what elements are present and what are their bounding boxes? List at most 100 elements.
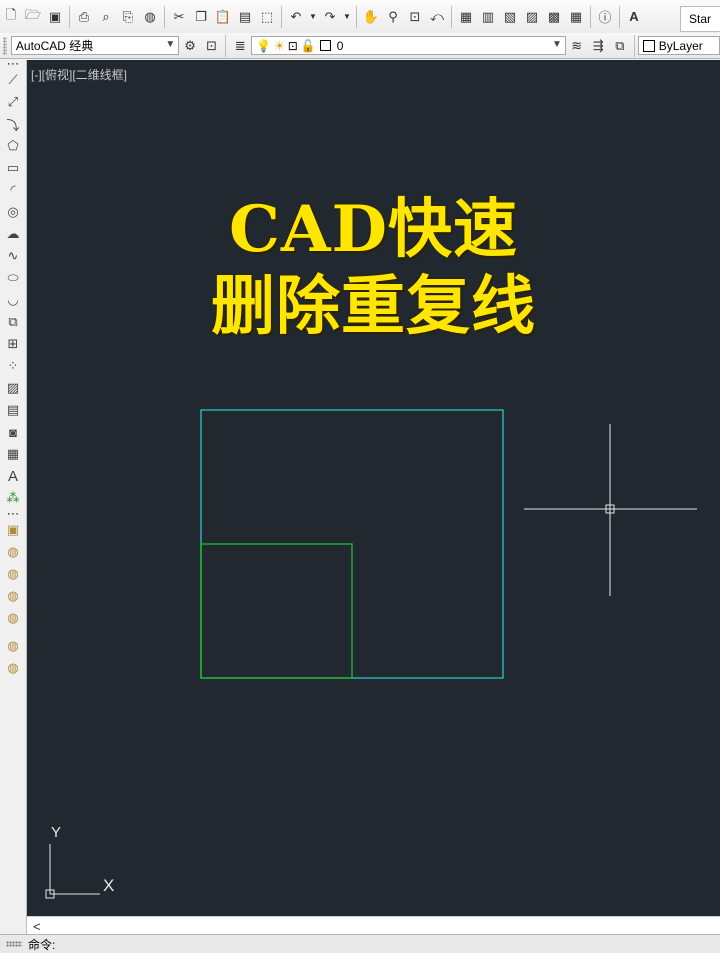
toolbar-separator — [69, 5, 70, 28]
spline-icon[interactable]: ∿ — [3, 246, 23, 266]
toolbar-grip[interactable]: ⋯ — [3, 506, 23, 521]
toolbar-separator — [633, 34, 635, 57]
construction-line-icon[interactable]: ⤢ — [3, 92, 23, 112]
line-icon[interactable]: ⟋ — [3, 70, 23, 90]
toolbar-separator — [225, 34, 227, 57]
table-icon[interactable]: ▦ — [3, 444, 23, 464]
toolbar-grip[interactable] — [3, 36, 7, 55]
zoom-window-icon[interactable]: ⊡ — [405, 7, 425, 27]
workspace-toolbar: AutoCAD 经典 ▼ ⚙ ⊡ ≣ 💡 ☀ ⊡ 🔓 0 ▼ ≋ ⇶ ⧉ ByL… — [0, 33, 720, 59]
plot-preview-icon[interactable]: ⌕ — [96, 7, 116, 27]
layer-select-value: 0 — [336, 38, 344, 53]
box-icon[interactable]: ▣ — [3, 520, 23, 540]
publish-icon[interactable]: ⎘ — [118, 7, 138, 27]
paste-icon[interactable]: 📋 — [213, 7, 233, 27]
toolbar-separator — [590, 5, 591, 28]
pan-icon[interactable]: ✋ — [361, 7, 381, 27]
redo-icon[interactable]: ↷ — [320, 7, 340, 27]
gradient-icon[interactable]: ▤ — [3, 400, 23, 420]
horizontal-scrollbar[interactable]: < — [27, 916, 720, 935]
redo-dropdown-icon[interactable]: ▼ — [342, 7, 352, 27]
design-center-icon[interactable]: ▥ — [478, 7, 498, 27]
undo-dropdown-icon[interactable]: ▼ — [308, 7, 318, 27]
layer-properties-icon[interactable]: ≣ — [230, 36, 250, 56]
region-icon[interactable]: ◙ — [3, 422, 23, 442]
cut-icon[interactable]: ✂ — [169, 7, 189, 27]
ucs-y-label: Y — [51, 824, 62, 841]
hatch-icon[interactable]: ▨ — [3, 378, 23, 398]
sphere-add-icon[interactable]: ◍ — [3, 564, 23, 584]
sun-icon: ☀ — [273, 38, 285, 53]
copy-icon[interactable]: ❐ — [191, 7, 211, 27]
color-swatch — [642, 39, 655, 52]
crosshair-cursor — [524, 424, 697, 596]
block-editor-icon[interactable]: ⬚ — [257, 7, 277, 27]
plot-icon[interactable]: ⎙ — [74, 7, 94, 27]
chevron-down-icon: ▼ — [552, 39, 562, 50]
zoom-realtime-icon[interactable]: ⚲ — [383, 7, 403, 27]
layer-color-swatch — [319, 40, 331, 51]
drawing-svg — [45, 409, 697, 899]
arc-icon[interactable]: ◜ — [3, 180, 23, 200]
undo-icon[interactable]: ↶ — [286, 7, 306, 27]
layer-previous-icon[interactable]: ⇶ — [589, 36, 609, 56]
3d-dwf-icon[interactable]: ◍ — [140, 7, 160, 27]
markup-icon[interactable]: ▩ — [544, 7, 564, 27]
workspace-settings-icon[interactable]: ⚙ — [180, 36, 200, 56]
standard-toolbar: 🗋 🗁 ▣ ⎙ ⌕ ⎘ ◍ ✂ ❐ 📋 ▤ ⬚ ↶ ▼ ↷ ▼ ✋ ⚲ ⊡ ⤺ … — [0, 0, 720, 34]
open-icon[interactable]: 🗁 — [23, 7, 43, 27]
inner-square[interactable] — [200, 543, 353, 679]
make-block-icon[interactable]: ⊞ — [3, 334, 23, 354]
toolbar-separator — [164, 5, 165, 28]
save-icon[interactable]: ▣ — [45, 7, 65, 27]
toolbar-separator — [281, 5, 282, 28]
chevron-down-icon: ▼ — [165, 39, 176, 50]
freeze-vp-icon: ⊡ — [287, 38, 298, 53]
properties-icon[interactable]: ▦ — [456, 7, 476, 27]
new-icon[interactable]: 🗋 — [1, 7, 21, 27]
slice-icon[interactable]: ◍ — [3, 608, 23, 628]
section-icon[interactable]: ◍ — [3, 636, 23, 656]
command-grip[interactable] — [6, 941, 22, 947]
toolbar-grip[interactable]: ⋯ — [3, 56, 23, 71]
multiline-text-icon[interactable]: A — [3, 466, 23, 486]
help-icon[interactable]: ⓘ — [595, 7, 615, 27]
toolbar-separator — [356, 5, 357, 28]
color-select-value: ByLayer — [658, 38, 703, 53]
delete-solid-icon[interactable]: ◍ — [3, 658, 23, 678]
scroll-left-arrow[interactable]: < — [33, 919, 41, 934]
quickcalc-icon[interactable]: ▦ — [566, 7, 586, 27]
workspace-save-icon[interactable]: ⊡ — [202, 36, 222, 56]
toolbar-separator — [619, 5, 620, 28]
ellipse-arc-icon[interactable]: ◡ — [3, 290, 23, 310]
circle-icon[interactable]: ◎ — [3, 202, 23, 222]
revision-cloud-icon[interactable]: ☁ — [3, 224, 23, 244]
sheet-set-icon[interactable]: ▨ — [522, 7, 542, 27]
layer-states-icon[interactable]: ⧉ — [610, 36, 630, 56]
insert-block-icon[interactable]: ⧉ — [3, 312, 23, 332]
drawing-canvas[interactable]: [-][俯视][二维线框] CAD快速 删除重复线 Y X — [27, 60, 720, 916]
polyline-icon[interactable]: ⤵ — [3, 114, 23, 134]
match-properties-icon[interactable]: ▤ — [235, 7, 255, 27]
polygon-icon[interactable]: ⬠ — [3, 136, 23, 156]
layer-select[interactable]: 💡 ☀ ⊡ 🔓 0 ▼ — [250, 36, 566, 55]
sphere-icon[interactable]: ◍ — [3, 542, 23, 562]
point-icon[interactable]: ⁘ — [3, 356, 23, 376]
add-selected-icon[interactable]: ⁂ — [3, 488, 23, 508]
command-line[interactable]: 命令: — [0, 934, 720, 953]
start-tab-label: Star — [689, 12, 712, 26]
zoom-previous-icon[interactable]: ⤺ — [427, 7, 447, 27]
lightbulb-icon: 💡 — [255, 38, 271, 53]
ellipse-icon[interactable]: ⬭ — [3, 268, 23, 288]
make-current-layer-icon[interactable]: ≋ — [567, 36, 587, 56]
text-style-icon[interactable]: A — [624, 7, 644, 27]
start-tab[interactable]: Star — [680, 6, 720, 32]
ucs-icon — [45, 844, 100, 899]
command-prompt: 命令: — [28, 937, 56, 952]
workspace-select-value: AutoCAD 经典 — [15, 39, 94, 53]
sphere-subtract-icon[interactable]: ◍ — [3, 586, 23, 606]
rectangle-icon[interactable]: ▭ — [3, 158, 23, 178]
tool-palettes-icon[interactable]: ▧ — [500, 7, 520, 27]
color-select[interactable]: ByLayer — [637, 36, 720, 55]
workspace-select[interactable]: AutoCAD 经典 ▼ — [10, 36, 180, 55]
